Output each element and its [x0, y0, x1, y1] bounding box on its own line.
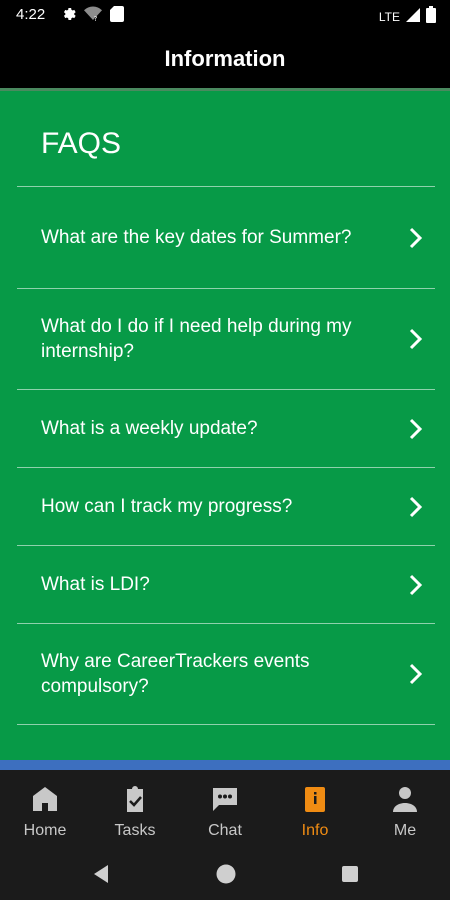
- home-icon: [33, 787, 57, 811]
- faq-question: How can I track my progress?: [41, 496, 293, 517]
- back-icon[interactable]: [92, 864, 110, 884]
- faq-heading: FAQS: [41, 127, 122, 160]
- network-type: LTE: [378, 10, 400, 24]
- person-icon: [393, 787, 417, 812]
- faq-item-help-during-internship[interactable]: What do I do if I need help during my in…: [17, 288, 435, 389]
- clipboard-icon: [127, 786, 143, 812]
- status-icons-left: ?: [60, 6, 124, 27]
- faq-item-weekly-update[interactable]: What is a weekly update?: [17, 389, 435, 467]
- faq-list: What are the key dates for Summer? What …: [17, 186, 435, 725]
- faq-section: FAQS What are the key dates for Summer? …: [0, 91, 450, 760]
- bottom-navigation: Home Tasks Chat Info Me: [0, 770, 450, 850]
- app-bar: Information: [0, 30, 450, 88]
- nav-chat[interactable]: Chat: [180, 770, 270, 850]
- wifi-off-icon: ?: [84, 6, 102, 27]
- chevron-right-icon: [409, 663, 423, 685]
- nav-label: Info: [301, 822, 329, 839]
- chevron-right-icon: [409, 227, 423, 248]
- sd-card-icon: [110, 6, 124, 27]
- nav-info[interactable]: Info: [270, 770, 360, 850]
- battery-icon: [426, 6, 436, 28]
- faq-item-track-progress[interactable]: How can I track my progress?: [17, 467, 435, 545]
- home-circle-icon[interactable]: [215, 863, 237, 885]
- signal-icon: [406, 7, 420, 27]
- chat-icon: [213, 788, 237, 811]
- settings-gear-icon: [60, 6, 76, 27]
- status-bar: 4:22 ? LTE: [0, 0, 450, 30]
- recents-square-icon[interactable]: [341, 865, 359, 883]
- page-title: Information: [164, 46, 286, 71]
- nav-home[interactable]: Home: [0, 770, 90, 850]
- status-icons-right: LTE: [379, 6, 436, 28]
- chevron-right-icon: [409, 496, 423, 517]
- svg-text:?: ?: [94, 15, 98, 22]
- system-navigation-bar: [0, 850, 450, 900]
- nav-label: Home: [23, 822, 67, 839]
- bottom-accent-bar: [0, 760, 450, 770]
- faq-question: What is LDI?: [41, 574, 150, 595]
- faq-item-ldi[interactable]: What is LDI?: [17, 545, 435, 623]
- chevron-right-icon: [409, 328, 423, 350]
- faq-question: What do I do if I need help during my in…: [41, 316, 352, 362]
- faq-item-key-dates[interactable]: What are the key dates for Summer?: [17, 186, 435, 288]
- nav-label: Chat: [208, 822, 242, 839]
- faq-question: What is a weekly update?: [41, 418, 258, 439]
- faq-item-events-compulsory[interactable]: Why are CareerTrackers events compulsory…: [17, 623, 435, 725]
- nav-me[interactable]: Me: [360, 770, 450, 850]
- nav-tasks[interactable]: Tasks: [90, 770, 180, 850]
- info-book-icon: [305, 787, 325, 812]
- chevron-right-icon: [409, 418, 423, 439]
- faq-question: Why are CareerTrackers events compulsory…: [41, 651, 310, 697]
- chevron-right-icon: [409, 574, 423, 595]
- nav-label: Me: [393, 822, 417, 839]
- faq-question: What are the key dates for Summer?: [41, 227, 352, 248]
- nav-label: Tasks: [114, 822, 156, 839]
- status-time: 4:22: [16, 6, 46, 23]
